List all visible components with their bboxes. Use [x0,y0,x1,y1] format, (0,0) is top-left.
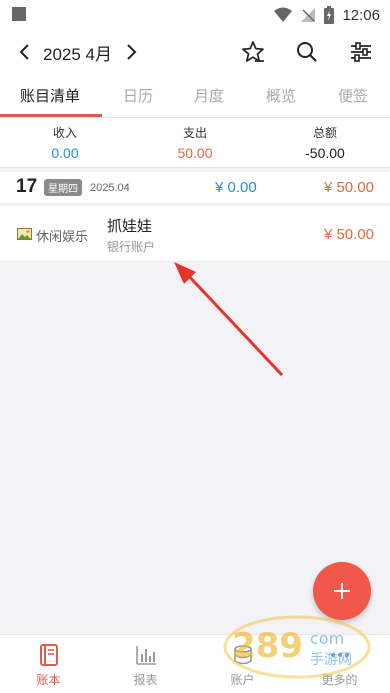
income-label: 收入 [52,126,77,140]
notification-icon [12,7,26,21]
income-summary: 收入 0.00 [0,124,130,161]
bar-chart-icon [136,646,156,665]
add-entry-button[interactable] [313,562,371,620]
picture-icon [17,228,32,240]
day-month: 2025.04 [90,182,130,194]
tab-ledger-list[interactable]: 账目清单 [20,85,80,106]
day-group-header: 17 星期四 2025.04 ¥ 0.00 ¥ 50.00 [0,172,390,204]
expense-summary: 支出 50.00 [130,124,260,161]
filter-icon[interactable] [348,39,374,65]
battery-icon [324,6,335,24]
nav-ledger[interactable]: 账本 [0,635,97,693]
chevron-left-icon[interactable] [14,40,36,64]
day-number: 17 [16,176,38,197]
chevron-right-icon[interactable] [120,40,142,64]
bottom-navigation: 账本 报表 账户 更多的 [0,634,390,693]
expense-label: 支出 [182,126,207,140]
tab-bar: 账目清单 日历 月度 概览 便签 [0,74,390,118]
nav-more-label: 更多的 [321,673,358,687]
nav-reports-label: 报表 [133,673,158,687]
coins-icon [234,645,252,665]
star-icon[interactable] [240,39,266,65]
nav-accounts[interactable]: 账户 [194,635,291,693]
expense-value: 50.00 [177,145,213,161]
entry-account: 银行账户 [107,240,156,254]
total-summary: 总额 -50.00 [260,124,390,161]
plus-icon-vertical [341,583,343,599]
tab-overview[interactable]: 概览 [266,85,296,106]
nav-ledger-label: 账本 [36,673,61,687]
nav-reports[interactable]: 报表 [97,635,194,693]
total-value: -50.00 [305,145,345,161]
tab-calendar[interactable]: 日历 [123,85,153,106]
tab-monthly[interactable]: 月度 [194,85,224,106]
category-label: 休闲娱乐 [36,230,89,245]
wifi-icon [274,7,293,22]
tab-indicator [0,114,102,117]
income-value: 0.00 [51,145,79,161]
day-income: ¥ 0.00 [215,179,257,196]
book-icon [40,644,58,666]
total-label: 总额 [312,126,337,140]
month-title[interactable]: 2025 4月 [43,40,112,65]
app-header: 2025 4月 [0,30,390,74]
search-icon[interactable] [294,39,320,65]
nav-more[interactable]: 更多的 [291,635,388,693]
nav-accounts-label: 账户 [230,673,255,687]
weekday-badge: 星期四 [44,179,82,196]
entry-amount: ¥ 50.00 [323,226,374,243]
no-signal-icon [301,8,316,22]
tab-notes[interactable]: 便签 [338,85,368,106]
list-item[interactable]: 休闲娱乐 抓娃娃 银行账户 ¥ 50.00 [0,206,390,262]
entry-title: 抓娃娃 [107,217,153,235]
more-icon [331,653,349,657]
clock: 12:06 [342,6,380,24]
day-expense: ¥ 50.00 [323,179,374,196]
status-bar: 12:06 [0,0,390,30]
summary-bar: 收入 0.00 支出 50.00 总额 -50.00 [0,118,390,168]
